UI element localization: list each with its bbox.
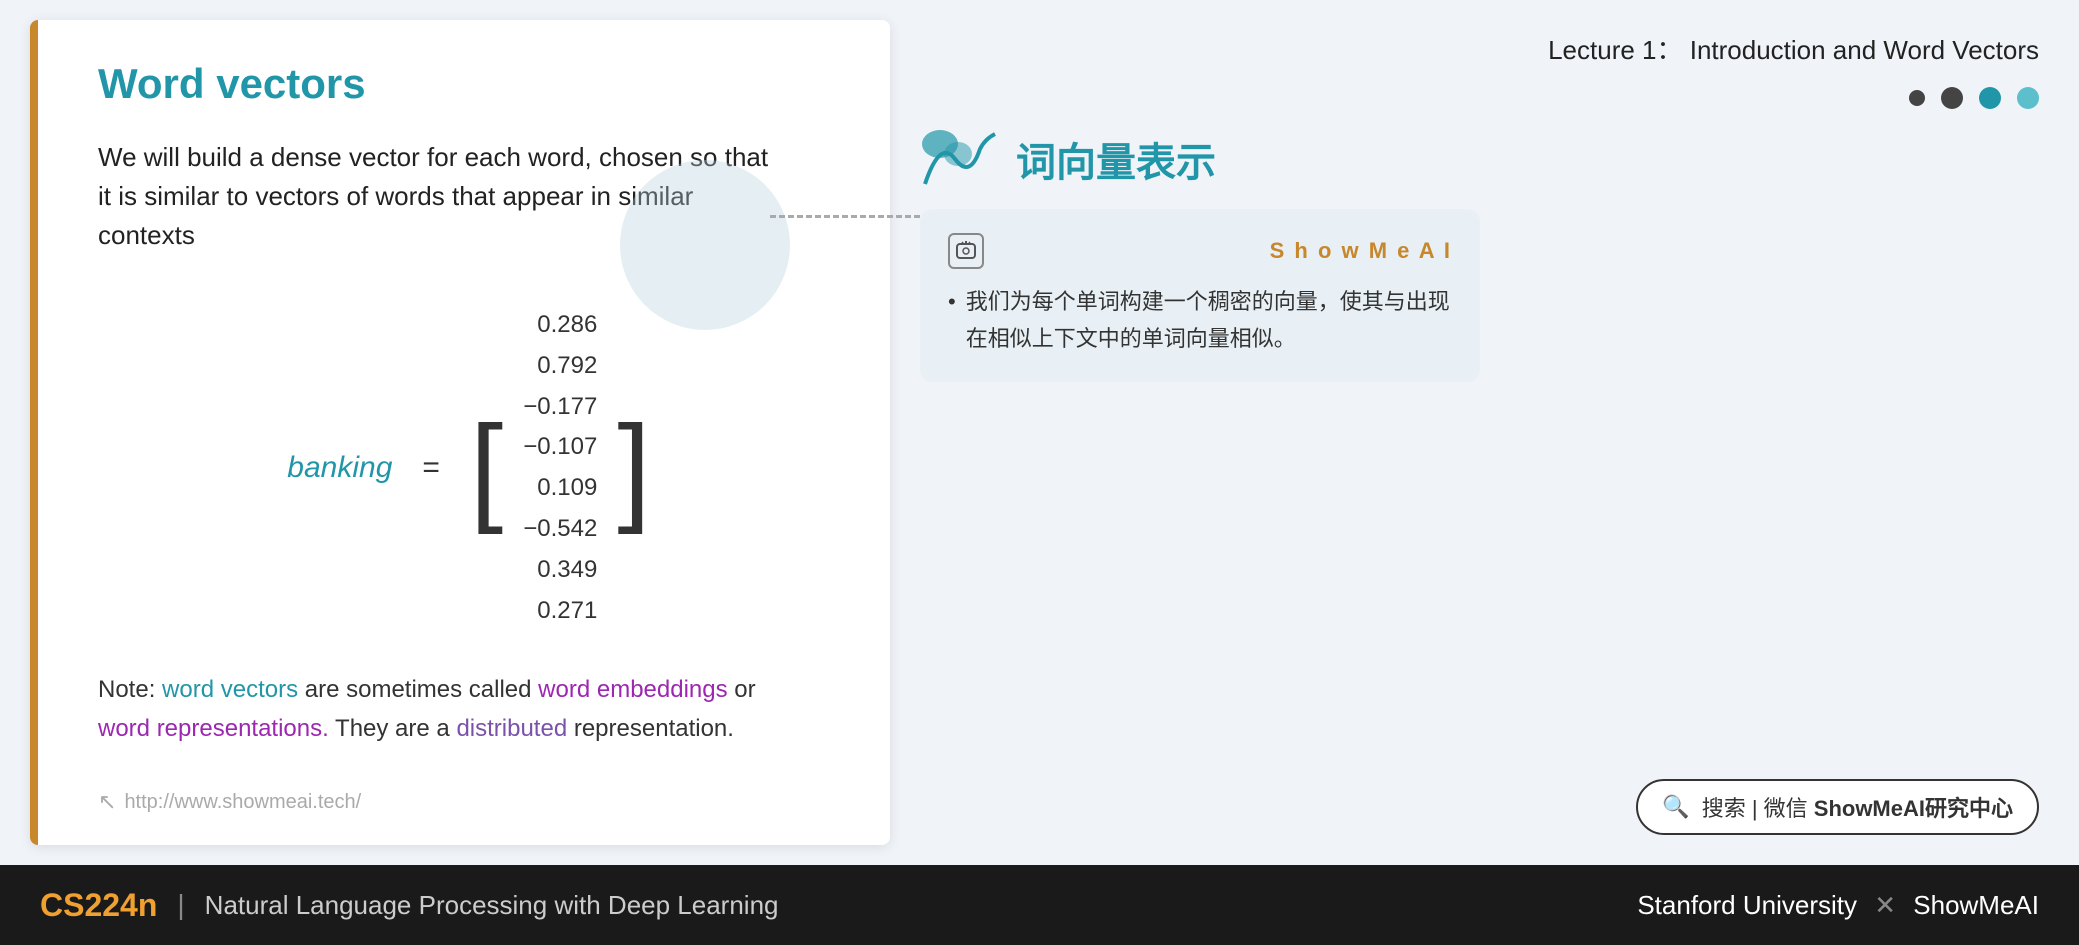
- matrix-value-5: 0.109: [537, 468, 597, 509]
- search-icon: 🔍: [1662, 794, 1689, 820]
- matrix-value-7: 0.349: [537, 550, 597, 591]
- bracket-left: [: [470, 408, 503, 528]
- bullet-dot: •: [948, 283, 956, 358]
- note-word-vectors: word vectors: [162, 676, 298, 703]
- annotation-text: 我们为每个单词构建一个稠密的向量，使其与出现在相似上下文中的单词向量相似。: [966, 283, 1452, 358]
- lecture-title-bar: Lecture 1： Introduction and Word Vectors: [920, 30, 2049, 67]
- content-area: Word vectors We will build a dense vecto…: [0, 0, 2079, 865]
- note-distributed: distributed: [456, 715, 567, 742]
- note-or: or: [728, 676, 756, 703]
- circle-decoration: [620, 160, 790, 330]
- note-prefix: Note:: [98, 676, 162, 703]
- cs224n-title: CS224n: [40, 887, 157, 924]
- search-bar-container: 🔍 搜索 | 微信 ShowMeAI研究中心: [920, 779, 2049, 845]
- annotation-bullet: • 我们为每个单词构建一个稠密的向量，使其与出现在相似上下文中的单词向量相似。: [948, 283, 1452, 358]
- slide-url: ↖ http://www.showmeai.tech/: [98, 789, 840, 815]
- nav-dot-4: [2017, 87, 2039, 109]
- slide-panel: Word vectors We will build a dense vecto…: [30, 20, 890, 845]
- url-text: http://www.showmeai.tech/: [124, 791, 361, 814]
- note-word-representations: word representations.: [98, 715, 329, 742]
- banking-label: banking: [287, 451, 392, 485]
- showmeai-brand: S h o w M e A I: [1270, 238, 1452, 264]
- search-text: 搜索 | 微信 ShowMeAI研究中心: [1702, 791, 2013, 823]
- x-separator: ✕: [1874, 890, 1896, 920]
- search-bar[interactable]: 🔍 搜索 | 微信 ShowMeAI研究中心: [1636, 779, 2039, 835]
- showmeai-footer: ShowMeAI: [1913, 890, 2039, 920]
- main-container: Word vectors We will build a dense vecto…: [0, 0, 2079, 945]
- right-panel: Lecture 1： Introduction and Word Vectors…: [920, 20, 2049, 845]
- bottom-bar: CS224n | Natural Language Processing wit…: [0, 865, 2079, 945]
- stanford-text: Stanford University: [1637, 890, 1857, 920]
- nav-dots: [920, 87, 2049, 109]
- note-end1: They are a: [329, 715, 457, 742]
- equals-sign: =: [422, 451, 440, 485]
- note-text: Note: word vectors are sometimes called …: [98, 671, 840, 748]
- divider-bar: |: [177, 889, 184, 921]
- note-middle: are sometimes called: [298, 676, 538, 703]
- matrix-value-3: −0.177: [523, 387, 597, 428]
- matrix-value-8: 0.271: [537, 591, 597, 632]
- cursor-icon: ↖: [98, 789, 116, 815]
- bottom-right: Stanford University ✕ ShowMeAI: [1637, 890, 2039, 921]
- matrix-area: banking = [ 0.286 0.792 −0.177 −0.107 0.…: [98, 295, 840, 641]
- search-label: 搜索 | 微信: [1702, 796, 1814, 821]
- nav-dot-1: [1909, 90, 1925, 106]
- chinese-title-text: 词向量表示: [1016, 130, 1216, 188]
- nav-dot-3: [1979, 87, 2001, 109]
- search-brand: ShowMeAI研究中心: [1814, 796, 2013, 821]
- annotation-card: S h o w M e A I • 我们为每个单词构建一个稠密的向量，使其与出现…: [920, 209, 1480, 382]
- annotation-header: S h o w M e A I: [948, 233, 1452, 269]
- slide-title: Word vectors: [98, 60, 840, 108]
- matrix-values: 0.286 0.792 −0.177 −0.107 0.109 −0.542 0…: [503, 295, 617, 641]
- matrix-value-4: −0.107: [523, 427, 597, 468]
- matrix-bracket: [ 0.286 0.792 −0.177 −0.107 0.109 −0.542…: [470, 295, 651, 641]
- dashed-connector: [770, 215, 920, 218]
- nav-dot-2: [1941, 87, 1963, 109]
- note-word-embeddings: word embeddings: [538, 676, 727, 703]
- bracket-right: ]: [617, 408, 650, 528]
- matrix-value-1: 0.286: [537, 305, 597, 346]
- bottom-left: CS224n | Natural Language Processing wit…: [40, 887, 779, 924]
- annotation-body: • 我们为每个单词构建一个稠密的向量，使其与出现在相似上下文中的单词向量相似。: [948, 283, 1452, 358]
- bottom-subtitle: Natural Language Processing with Deep Le…: [205, 890, 779, 921]
- matrix-value-2: 0.792: [537, 346, 597, 387]
- ai-icon: [948, 233, 984, 269]
- note-end2: representation.: [567, 715, 734, 742]
- wave-icon: [920, 129, 1000, 189]
- matrix-value-6: −0.542: [523, 509, 597, 550]
- chinese-title-row: 词向量表示: [920, 129, 2049, 189]
